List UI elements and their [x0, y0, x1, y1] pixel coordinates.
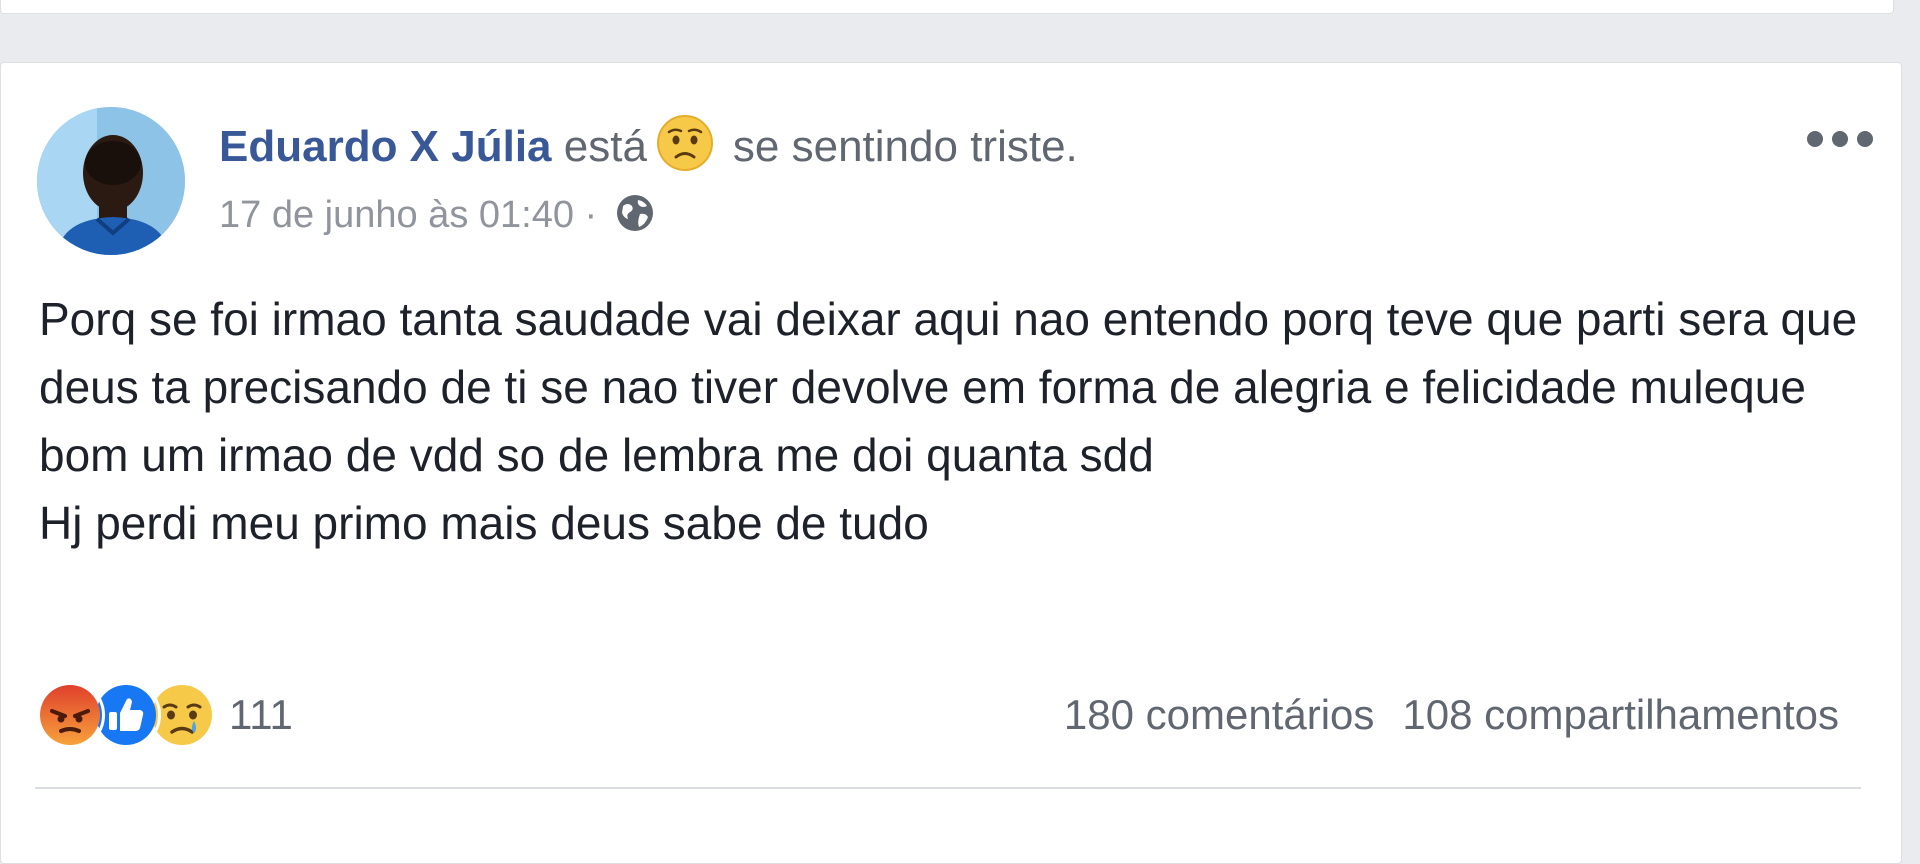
post-card: Eduardo X Júlia está se sentindo triste.… [0, 62, 1902, 864]
sad-face-icon [655, 113, 715, 173]
feeling-text: se sentindo triste. [732, 122, 1078, 171]
post-meta: 17 de junho às 01:40 · [219, 191, 656, 239]
meta-separator: · [584, 194, 598, 236]
more-options-icon[interactable] [1807, 121, 1873, 157]
post-paragraph: Hj perdi meu primo mais deus sabe de tud… [39, 497, 929, 549]
shares-count[interactable]: 108 compartilhamentos [1402, 691, 1839, 738]
post-body: Porq se foi irmao tanta saudade vai deix… [39, 285, 1859, 557]
globe-icon[interactable] [614, 192, 656, 234]
avatar[interactable] [37, 107, 185, 255]
previous-post-card [0, 0, 1894, 14]
post-paragraph: Porq se foi irmao tanta saudade vai deix… [39, 293, 1858, 481]
divider [35, 787, 1861, 789]
timestamp[interactable]: 17 de junho às 01:40 [219, 194, 574, 236]
status-verb: está [563, 122, 647, 171]
author-name[interactable]: Eduardo X Júlia [219, 122, 552, 171]
post-stats: 180 comentários 108 compartilhamentos [1064, 679, 1839, 751]
post-header: Eduardo X Júlia está se sentindo triste. [219, 115, 1078, 179]
angry-reaction-icon [35, 680, 105, 750]
reactions-summary[interactable]: 111 [35, 679, 293, 751]
comments-count[interactable]: 180 comentários [1064, 691, 1375, 738]
reaction-count[interactable]: 111 [229, 679, 293, 751]
